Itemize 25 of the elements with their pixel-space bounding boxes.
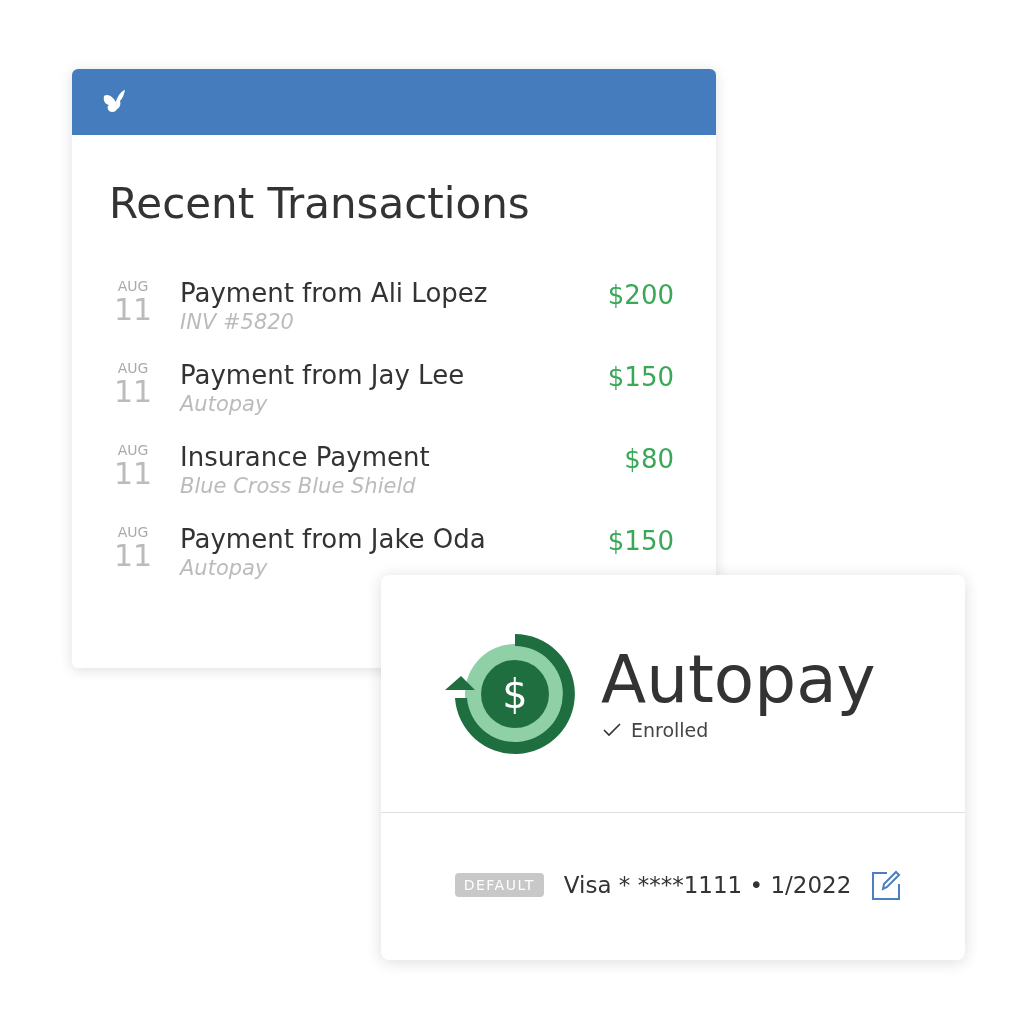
autopay-title: Autopay — [601, 640, 876, 719]
transaction-amount: $80 — [624, 444, 674, 474]
transaction-amount: $150 — [607, 362, 674, 392]
date-month: AUG — [117, 524, 149, 540]
transaction-title: Payment from Ali Lopez — [180, 278, 488, 308]
transaction-subtitle: INV #5820 — [180, 310, 294, 334]
autopay-status: Enrolled — [631, 718, 709, 741]
date-day: 11 — [113, 294, 153, 326]
date-month: AUG — [117, 278, 149, 294]
transaction-subtitle: Autopay — [180, 556, 268, 580]
date-day: 11 — [113, 376, 153, 408]
edit-icon[interactable] — [871, 869, 902, 900]
transaction-title: Payment from Jay Lee — [180, 360, 465, 390]
transaction-amount: $200 — [607, 280, 674, 310]
date-day: 11 — [113, 458, 153, 490]
card-title: Recent Transactions — [109, 179, 530, 228]
payment-method: Visa * ****1111 • 1/2022 — [563, 871, 852, 898]
transaction-title: Insurance Payment — [180, 442, 430, 472]
date-month: AUG — [117, 360, 149, 376]
transaction-title: Payment from Jake Oda — [180, 524, 486, 554]
transaction-amount: $150 — [607, 526, 674, 556]
date-day: 11 — [113, 540, 153, 572]
transaction-subtitle: Autopay — [180, 392, 268, 416]
transaction-subtitle: Blue Cross Blue Shield — [180, 474, 416, 498]
date-month: AUG — [117, 442, 149, 458]
